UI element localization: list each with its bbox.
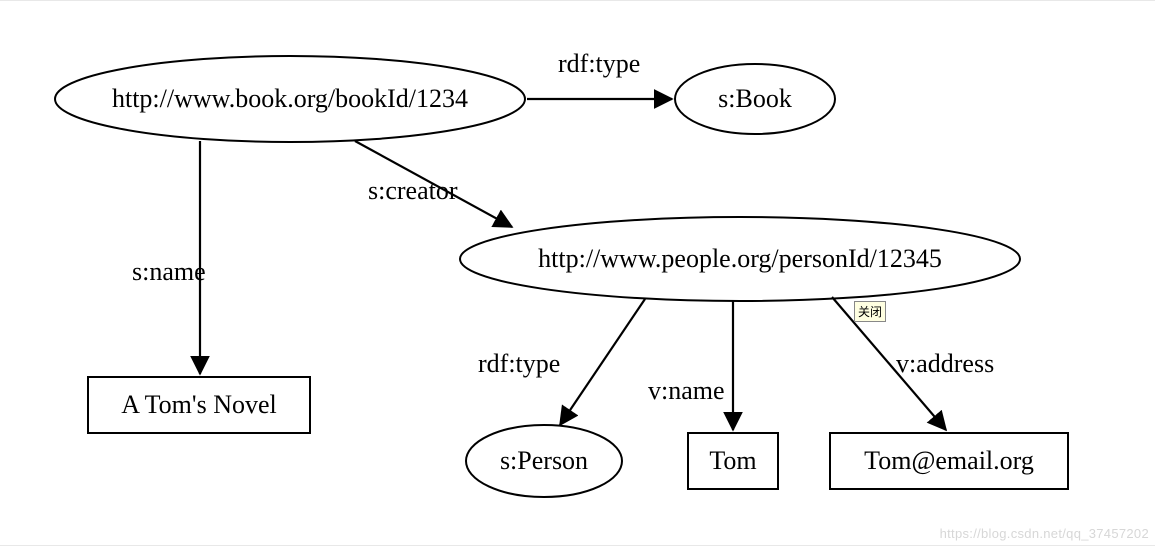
label-person-uri: http://www.people.org/personId/12345 [538,244,942,274]
edge-rdf-type-person [560,299,645,425]
label-s-name: s:name [132,257,206,287]
close-tooltip[interactable]: 关闭 [854,301,886,322]
label-book-uri: http://www.book.org/bookId/1234 [112,84,468,114]
label-rdf-type-person: rdf:type [478,349,560,379]
label-email: Tom@email.org [864,446,1034,476]
label-v-name: v:name [648,376,725,406]
watermark-text: https://blog.csdn.net/qq_37457202 [940,526,1149,541]
label-s-person: s:Person [500,446,588,476]
label-novel: A Tom's Novel [121,390,277,420]
label-v-address: v:address [896,349,994,379]
label-tom: Tom [709,446,756,476]
rdf-graph-diagram: http://www.book.org/bookId/1234 s:Book h… [0,0,1155,546]
label-s-creator: s:creator [368,176,458,206]
label-rdf-type-book: rdf:type [558,49,640,79]
label-s-book: s:Book [718,84,792,114]
